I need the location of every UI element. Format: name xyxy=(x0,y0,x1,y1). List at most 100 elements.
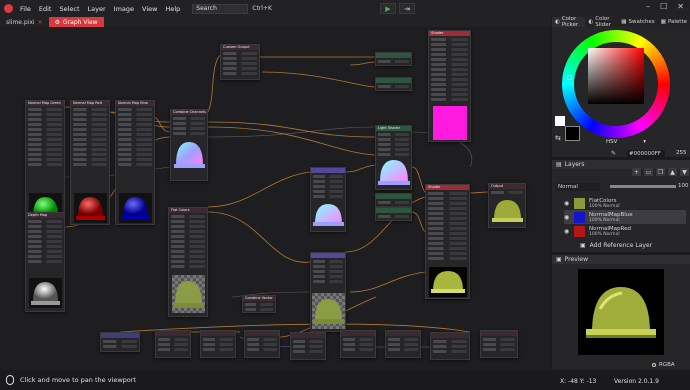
node-bottom-3[interactable] xyxy=(200,330,236,358)
opacity-slider[interactable] xyxy=(610,185,676,188)
swatch-icon: ▦ xyxy=(621,19,627,25)
tab-palette[interactable]: ▦ Palette xyxy=(658,17,690,27)
layer-blend-info: 100% Normal xyxy=(589,203,620,209)
status-hint: Click and move to pan the viewport xyxy=(20,376,136,384)
play-icon: ▶ xyxy=(385,4,391,13)
layer-tools: + ▭ ❐ ▲ ▼ ⇊ 🗑 xyxy=(632,168,690,176)
close-icon[interactable]: ✕ xyxy=(677,2,684,11)
preview-panel: ▣ Preview RGBA xyxy=(552,255,690,370)
swap-colors-icon[interactable]: ⇆ xyxy=(555,134,561,142)
node-flat-colors[interactable]: Flat Colors xyxy=(168,207,208,317)
eye-icon[interactable]: ◉ xyxy=(564,200,570,207)
tab-graph-view[interactable]: ⚙ Graph View xyxy=(48,17,104,27)
tab-color-picker[interactable]: ◐ Color Picker xyxy=(552,16,586,28)
menu-view[interactable]: View xyxy=(142,5,157,13)
node-bottom-6[interactable] xyxy=(340,330,376,358)
node-preview xyxy=(172,275,205,313)
node-normal-map-green[interactable]: Normal Map Green xyxy=(25,100,65,225)
tab-color-slider[interactable]: ◐ Color Slider xyxy=(585,16,618,28)
mouse-icon xyxy=(6,375,14,385)
graph-icon: ⚙ xyxy=(54,18,61,26)
app-version: Version 2.0.1.9 xyxy=(614,378,659,385)
hex-input[interactable]: #000000FF xyxy=(627,150,665,158)
play-button[interactable]: ▶ xyxy=(380,3,396,14)
hue-marker[interactable] xyxy=(567,75,572,80)
node-normal-shader-a[interactable] xyxy=(310,167,346,232)
menu-layer[interactable]: Layer xyxy=(88,5,106,13)
move-up-icon[interactable]: ▲ xyxy=(668,168,677,176)
node-shader-main[interactable]: Shader xyxy=(425,184,470,299)
tab-swatches[interactable]: ▦ Swatches xyxy=(618,17,657,27)
node-normal-shader-b[interactable] xyxy=(310,252,346,332)
node-vector-d[interactable] xyxy=(375,207,412,221)
menu-edit[interactable]: Edit xyxy=(39,5,52,13)
minimize-icon[interactable]: – xyxy=(646,2,650,11)
node-preview xyxy=(312,293,345,329)
eye-icon[interactable]: ◉ xyxy=(564,228,570,235)
move-down-icon[interactable]: ▼ xyxy=(680,168,689,176)
node-bottom-7[interactable] xyxy=(385,330,421,358)
blend-mode-select[interactable]: Normal xyxy=(556,183,600,191)
step-button[interactable]: ⇥ xyxy=(399,3,415,14)
node-preview xyxy=(491,196,524,226)
node-custom-output[interactable]: Custom Output xyxy=(220,44,260,80)
color-mode-select[interactable]: HSV ▾ xyxy=(606,139,646,147)
channel-mode[interactable]: RGBA xyxy=(652,362,675,368)
tab-label: Palette xyxy=(667,19,687,25)
node-bottom-4[interactable] xyxy=(244,330,280,358)
node-normal-map-red[interactable]: Normal Map Red xyxy=(70,100,110,225)
node-vector-a[interactable] xyxy=(375,52,412,66)
node-output[interactable]: Output xyxy=(488,183,526,228)
node-shader-red[interactable]: Shader xyxy=(428,30,471,142)
search-input[interactable]: Search xyxy=(192,3,249,14)
step-icon: ⇥ xyxy=(404,4,410,13)
saturation-value-square[interactable] xyxy=(588,48,644,104)
secondary-color-swatch[interactable] xyxy=(555,116,565,126)
node-preview xyxy=(74,193,107,223)
maximize-icon[interactable]: ☐ xyxy=(660,2,667,11)
menu-image[interactable]: Image xyxy=(114,5,134,13)
folder-icon[interactable]: ▭ xyxy=(644,168,653,176)
node-preview xyxy=(429,267,467,297)
node-bottom-5[interactable] xyxy=(290,332,326,360)
node-depth-map[interactable]: Depth Map xyxy=(25,212,65,312)
graph-viewport[interactable]: Normal Map Green Normal Map Red Normal M… xyxy=(0,27,551,370)
menu-select[interactable]: Select xyxy=(59,5,79,13)
primary-color-swatch[interactable] xyxy=(565,126,580,141)
layer-normalmapblue[interactable]: ◉ NormalMapBlue 100% Normal xyxy=(564,210,686,224)
opacity-value[interactable]: 100 xyxy=(678,183,689,189)
layer-normalmapred[interactable]: ◉ NormalMapRed 100% Normal xyxy=(564,224,686,238)
radio-icon xyxy=(652,363,656,367)
node-preview xyxy=(312,200,345,230)
alpha-value[interactable]: 255 xyxy=(676,150,687,156)
layer-flatcolors[interactable]: ◉ FlatColors 100% Normal xyxy=(564,196,686,210)
channel-mode-label: RGBA xyxy=(659,362,675,368)
layer-blend-info: 100% Normal xyxy=(589,231,620,237)
eyedropper-icon[interactable]: ✎ xyxy=(611,150,616,157)
node-light-shader[interactable]: Light Shader xyxy=(375,125,412,190)
node-bottom-9[interactable] xyxy=(480,330,518,358)
menu-file[interactable]: File xyxy=(20,5,31,13)
node-bottom-8[interactable] xyxy=(430,332,470,360)
add-layer-icon[interactable]: + xyxy=(632,168,641,176)
document-tabs: slime.pixi × ⚙ Graph View xyxy=(0,17,551,27)
color-panel-tabs: ◐ Color Picker ◐ Color Slider ▦ Swatches ▦ P… xyxy=(552,16,690,28)
layers-icon: ▤ xyxy=(556,161,562,168)
chevron-down-icon: ▾ xyxy=(643,139,646,145)
layer-name: NormalMapRed xyxy=(589,225,631,232)
menu-help[interactable]: Help xyxy=(165,5,180,13)
preview-canvas[interactable] xyxy=(578,269,664,355)
close-tab-icon[interactable]: × xyxy=(38,19,43,26)
tab-slime-pixi[interactable]: slime.pixi × xyxy=(0,17,49,27)
node-normal-map-blue[interactable]: Normal Map Blue xyxy=(115,100,155,225)
node-combine-vector[interactable]: Combine Vector xyxy=(242,295,276,313)
add-reference-layer-button[interactable]: ▣ Add Reference Layer xyxy=(580,242,652,249)
node-vector-b[interactable] xyxy=(375,77,412,91)
node-bottom-2[interactable] xyxy=(155,330,191,358)
node-vector-c[interactable] xyxy=(375,193,412,207)
node-combine-channels[interactable]: Combine Channels xyxy=(170,109,208,181)
duplicate-icon[interactable]: ❐ xyxy=(656,168,665,176)
node-bottom-1[interactable] xyxy=(100,332,140,352)
eye-icon[interactable]: ◉ xyxy=(564,214,570,221)
layers-title: Layers xyxy=(564,161,585,168)
